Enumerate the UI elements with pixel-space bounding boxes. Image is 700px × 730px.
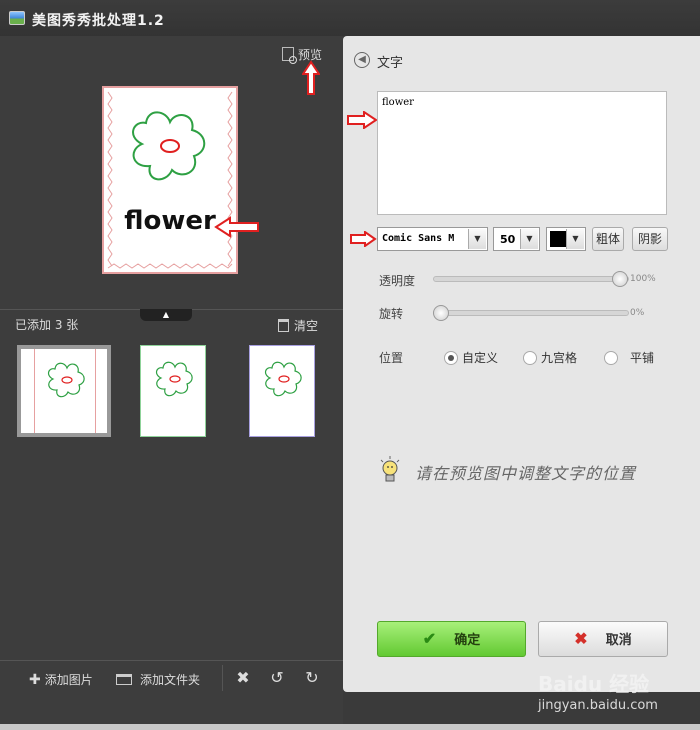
flower-drawing [107, 91, 233, 269]
opacity-slider-thumb[interactable] [612, 271, 628, 287]
lightbulb-icon [380, 456, 400, 482]
plus-icon: ✚ [29, 672, 41, 688]
text-input[interactable]: flower [377, 91, 667, 215]
watermark-logo: Baidu 经验 [538, 672, 650, 696]
back-icon[interactable]: ◀ [354, 52, 370, 68]
bottom-toolbar: ✚ 添加图片 添加文件夹 ✖ ↺ ↻ [0, 660, 343, 696]
annotation-arrow-right [350, 231, 377, 247]
thumbnail-2[interactable] [140, 345, 206, 437]
rotate-slider[interactable] [433, 305, 629, 321]
confirm-button[interactable]: ✔ 确定 [377, 621, 526, 657]
baidu-watermark: Baidu 经验 jingyan.baidu.com [538, 668, 698, 724]
window-bottom-edge [0, 724, 700, 730]
color-swatch [550, 231, 566, 247]
collapse-toggle[interactable]: ▲ [140, 309, 192, 321]
add-folder-label: 添加文件夹 [140, 673, 201, 687]
flower-thumbnail [264, 361, 302, 397]
watermark-url: jingyan.baidu.com [538, 698, 658, 713]
thumbnail-3[interactable] [249, 345, 315, 437]
position-option-custom[interactable]: 自定义 [444, 349, 498, 366]
folder-icon [116, 674, 132, 685]
annotation-arrow-right [347, 111, 378, 129]
radio-icon [604, 351, 618, 365]
add-image-label: 添加图片 [44, 673, 93, 687]
add-image-button[interactable]: ✚ 添加图片 [29, 671, 93, 688]
panel-title: 文字 [377, 56, 404, 71]
flower-thumbnail [47, 362, 85, 398]
rotate-label: 旋转 [379, 307, 404, 321]
confirm-label: 确定 [454, 632, 481, 647]
chevron-down-icon[interactable]: ▼ [468, 229, 486, 249]
position-label: 位置 [379, 351, 404, 365]
add-folder-button[interactable]: 添加文件夹 [116, 671, 200, 688]
rotate-value: 0% [630, 308, 645, 318]
opacity-label: 透明度 [379, 274, 416, 288]
text-settings-panel: ◀ 文字 flower Comic Sans M ▼ 50 ▼ ▼ 粗体 阴影 … [343, 36, 700, 692]
toolbar-separator [222, 665, 223, 691]
rotate-left-icon[interactable]: ↺ [268, 669, 286, 687]
position-option-tile[interactable]: 平铺 [604, 349, 654, 366]
rotate-slider-thumb[interactable] [433, 305, 449, 321]
rotate-right-icon[interactable]: ↻ [303, 669, 321, 687]
font-select[interactable]: Comic Sans M ▼ [377, 227, 488, 251]
app-icon [9, 11, 25, 25]
opacity-slider[interactable] [433, 271, 629, 287]
radio-icon [523, 351, 537, 365]
close-icon: ✖ [574, 631, 588, 648]
flower-thumbnail [155, 361, 193, 397]
position-option-label: 九宫格 [541, 351, 578, 365]
thumbnail-1[interactable] [17, 345, 111, 437]
annotation-arrow-up [302, 60, 320, 95]
hint-text: 请在预览图中调整文字的位置 [415, 464, 637, 483]
size-value: 50 [500, 233, 516, 246]
added-count: 已添加 3 张 [15, 318, 79, 332]
magnifier-icon [282, 47, 297, 64]
annotation-arrow-left [214, 216, 259, 238]
cancel-button[interactable]: ✖ 取消 [538, 621, 668, 657]
position-option-label: 自定义 [462, 351, 499, 365]
delete-icon[interactable]: ✖ [234, 669, 252, 687]
photo-preview[interactable]: flower [102, 86, 238, 274]
trash-icon [278, 319, 289, 332]
position-option-label: 平铺 [630, 351, 655, 365]
opacity-value: 100% [630, 274, 656, 284]
clear-button[interactable]: 清空 [278, 317, 318, 334]
check-icon: ✔ [422, 631, 437, 648]
bold-button[interactable]: 粗体 [592, 227, 624, 251]
window-title: 美图秀秀批处理1.2 [32, 13, 165, 29]
font-value: Comic Sans M [382, 233, 455, 244]
position-option-grid[interactable]: 九宫格 [523, 349, 577, 366]
chevron-down-icon[interactable]: ▼ [520, 229, 538, 249]
size-select[interactable]: 50 ▼ [493, 227, 540, 251]
color-picker[interactable]: ▼ [546, 227, 586, 251]
cancel-label: 取消 [605, 632, 632, 647]
left-panel: 预览 flower ▲ 已添加 3 张 清空 ✚ 添加图片 添加文件夹 ✖ ↺ … [0, 36, 343, 730]
shadow-button[interactable]: 阴影 [632, 227, 668, 251]
title-bar: 美图秀秀批处理1.2 [0, 0, 700, 36]
radio-icon [444, 351, 458, 365]
chevron-down-icon[interactable]: ▼ [566, 229, 584, 249]
clear-label: 清空 [294, 319, 319, 333]
